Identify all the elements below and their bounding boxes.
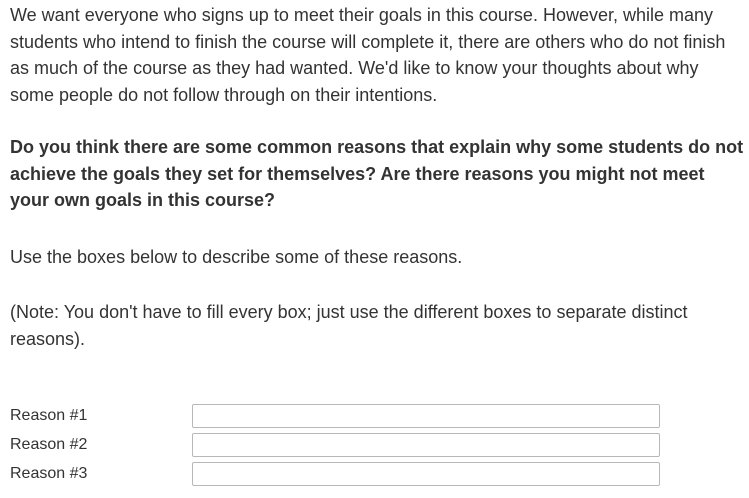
survey-page: We want everyone who signs up to meet th… [0,0,749,498]
reason-label-1: Reason #1 [10,407,88,424]
note-paragraph: (Note: You don't have to fill every box;… [10,302,688,349]
reason-row-2: Reason #2 [10,433,670,457]
reason-input-1[interactable] [192,404,660,428]
reason-row-1: Reason #1 [10,404,670,428]
intro-paragraph: We want everyone who signs up to meet th… [10,5,726,105]
reason-input-3[interactable] [192,462,660,486]
reason-label-2: Reason #2 [10,436,88,453]
question-paragraph: Do you think there are some common reaso… [10,137,744,210]
reason-row-3: Reason #3 [10,462,670,486]
instruction-paragraph: Use the boxes below to describe some of … [10,247,463,267]
reason-input-2[interactable] [192,433,660,457]
reason-label-3: Reason #3 [10,465,88,482]
